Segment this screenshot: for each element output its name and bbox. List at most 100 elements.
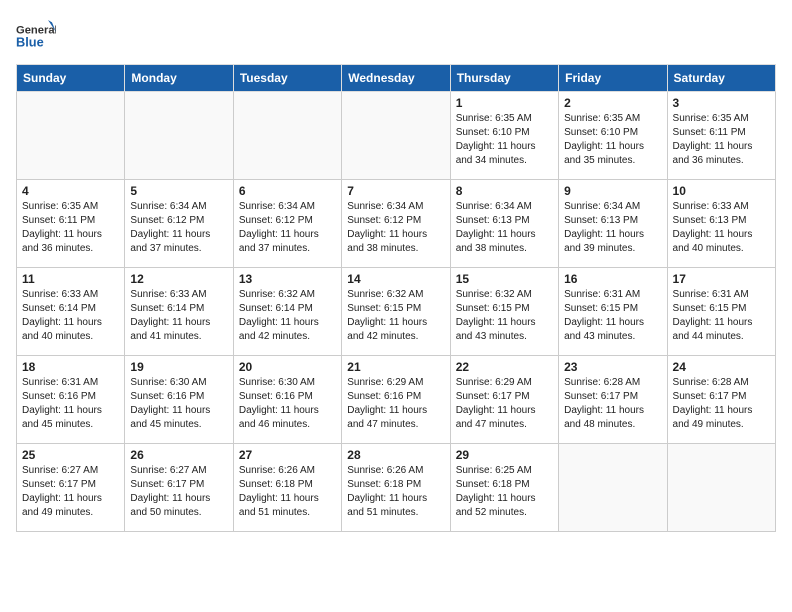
day-number: 8 [456, 184, 553, 198]
day-number: 6 [239, 184, 336, 198]
calendar-week-row: 1 Sunrise: 6:35 AM Sunset: 6:10 PM Daylig… [17, 92, 776, 180]
weekday-header: Saturday [667, 65, 775, 92]
calendar-day-cell: 22 Sunrise: 6:29 AM Sunset: 6:17 PM Dayli… [450, 356, 558, 444]
day-number: 23 [564, 360, 661, 374]
calendar-day-cell: 16Sunrise: 6:31 AM Sunset: 6:15 PM Dayli… [559, 268, 667, 356]
calendar-day-cell: 15 Sunrise: 6:32 AM Sunset: 6:15 PM Dayli… [450, 268, 558, 356]
weekday-header: Friday [559, 65, 667, 92]
day-info: Sunrise: 6:34 AM Sunset: 6:13 PM Dayligh… [564, 200, 661, 256]
day-info: Sunrise: 6:34 AM Sunset: 6:12 PM Dayligh… [130, 200, 227, 256]
calendar-day-cell: 25 Sunrise: 6:27 AM Sunset: 6:17 PM Dayli… [17, 444, 125, 532]
day-info: Sunrise: 6:35 AM Sunset: 6:11 PM Dayligh… [22, 200, 119, 256]
day-info: Sunrise: 6:31 AM Sunset: 6:16 PM Dayligh… [22, 376, 119, 432]
calendar-week-row: 4 Sunrise: 6:35 AM Sunset: 6:11 PM Daylig… [17, 180, 776, 268]
calendar-day-cell: 19 Sunrise: 6:30 AM Sunset: 6:16 PM Dayli… [125, 356, 233, 444]
calendar-day-cell: 7 Sunrise: 6:34 AM Sunset: 6:12 PM Daylig… [342, 180, 450, 268]
calendar-day-cell [559, 444, 667, 532]
day-info: Sunrise: 6:35 AM Sunset: 6:10 PM Dayligh… [456, 112, 553, 168]
header: General Blue [16, 16, 776, 56]
day-number: 24 [673, 360, 770, 374]
day-number: 16 [564, 272, 661, 286]
day-info: Sunrise: 6:28 AM Sunset: 6:17 PM Dayligh… [564, 376, 661, 432]
calendar-day-cell: 26 Sunrise: 6:27 AM Sunset: 6:17 PM Dayli… [125, 444, 233, 532]
logo: General Blue [16, 16, 60, 56]
day-info: Sunrise: 6:29 AM Sunset: 6:16 PM Dayligh… [347, 376, 444, 432]
day-number: 18 [22, 360, 119, 374]
day-number: 22 [456, 360, 553, 374]
calendar-day-cell: 29 Sunrise: 6:25 AM Sunset: 6:18 PM Dayli… [450, 444, 558, 532]
day-number: 25 [22, 448, 119, 462]
day-number: 20 [239, 360, 336, 374]
day-number: 13 [239, 272, 336, 286]
day-number: 15 [456, 272, 553, 286]
calendar-day-cell: 24 Sunrise: 6:28 AM Sunset: 6:17 PM Dayli… [667, 356, 775, 444]
day-info: Sunrise: 6:34 AM Sunset: 6:12 PM Dayligh… [239, 200, 336, 256]
day-number: 12 [130, 272, 227, 286]
calendar-day-cell: 23 Sunrise: 6:28 AM Sunset: 6:17 PM Dayli… [559, 356, 667, 444]
svg-text:Blue: Blue [16, 34, 44, 49]
day-info: Sunrise: 6:33 AM Sunset: 6:14 PM Dayligh… [130, 288, 227, 344]
day-number: 26 [130, 448, 227, 462]
day-info: Sunrise: 6:32 AM Sunset: 6:14 PM Dayligh… [239, 288, 336, 344]
calendar-week-row: 18 Sunrise: 6:31 AM Sunset: 6:16 PM Dayli… [17, 356, 776, 444]
calendar-day-cell: 20 Sunrise: 6:30 AM Sunset: 6:16 PM Dayli… [233, 356, 341, 444]
weekday-header: Sunday [17, 65, 125, 92]
day-info: Sunrise: 6:28 AM Sunset: 6:17 PM Dayligh… [673, 376, 770, 432]
day-info: Sunrise: 6:27 AM Sunset: 6:17 PM Dayligh… [130, 464, 227, 520]
calendar-day-cell: 21 Sunrise: 6:29 AM Sunset: 6:16 PM Dayli… [342, 356, 450, 444]
calendar-day-cell: 10 Sunrise: 6:33 AM Sunset: 6:13 PM Dayli… [667, 180, 775, 268]
day-number: 1 [456, 96, 553, 110]
calendar-day-cell: 13 Sunrise: 6:32 AM Sunset: 6:14 PM Dayli… [233, 268, 341, 356]
day-info: Sunrise: 6:25 AM Sunset: 6:18 PM Dayligh… [456, 464, 553, 520]
day-info: Sunrise: 6:34 AM Sunset: 6:12 PM Dayligh… [347, 200, 444, 256]
logo-svg: General Blue [16, 16, 56, 56]
day-number: 21 [347, 360, 444, 374]
day-info: Sunrise: 6:33 AM Sunset: 6:14 PM Dayligh… [22, 288, 119, 344]
day-number: 28 [347, 448, 444, 462]
day-number: 27 [239, 448, 336, 462]
calendar-day-cell: 6 Sunrise: 6:34 AM Sunset: 6:12 PM Daylig… [233, 180, 341, 268]
calendar-day-cell: 17Sunrise: 6:31 AM Sunset: 6:15 PM Dayli… [667, 268, 775, 356]
day-info: Sunrise: 6:30 AM Sunset: 6:16 PM Dayligh… [130, 376, 227, 432]
day-info: Sunrise: 6:26 AM Sunset: 6:18 PM Dayligh… [347, 464, 444, 520]
day-info: Sunrise: 6:27 AM Sunset: 6:17 PM Dayligh… [22, 464, 119, 520]
weekday-header-row: SundayMondayTuesdayWednesdayThursdayFrid… [17, 65, 776, 92]
day-info: Sunrise: 6:29 AM Sunset: 6:17 PM Dayligh… [456, 376, 553, 432]
day-info: Sunrise: 6:34 AM Sunset: 6:13 PM Dayligh… [456, 200, 553, 256]
day-number: 7 [347, 184, 444, 198]
weekday-header: Wednesday [342, 65, 450, 92]
calendar-day-cell: 11 Sunrise: 6:33 AM Sunset: 6:14 PM Dayli… [17, 268, 125, 356]
day-number: 10 [673, 184, 770, 198]
day-info: Sunrise: 6:26 AM Sunset: 6:18 PM Dayligh… [239, 464, 336, 520]
calendar-day-cell [342, 92, 450, 180]
calendar-day-cell [667, 444, 775, 532]
calendar-day-cell: 4 Sunrise: 6:35 AM Sunset: 6:11 PM Daylig… [17, 180, 125, 268]
day-number: 17 [673, 272, 770, 286]
calendar-day-cell: 8 Sunrise: 6:34 AM Sunset: 6:13 PM Daylig… [450, 180, 558, 268]
day-info: Sunrise: 6:35 AM Sunset: 6:10 PM Dayligh… [564, 112, 661, 168]
calendar-day-cell: 27 Sunrise: 6:26 AM Sunset: 6:18 PM Dayli… [233, 444, 341, 532]
day-number: 11 [22, 272, 119, 286]
calendar-day-cell: 2Sunrise: 6:35 AM Sunset: 6:10 PM Daylig… [559, 92, 667, 180]
day-number: 19 [130, 360, 227, 374]
calendar-day-cell: 9Sunrise: 6:34 AM Sunset: 6:13 PM Daylig… [559, 180, 667, 268]
calendar-day-cell [233, 92, 341, 180]
day-number: 29 [456, 448, 553, 462]
calendar-day-cell: 28 Sunrise: 6:26 AM Sunset: 6:18 PM Dayli… [342, 444, 450, 532]
day-number: 5 [130, 184, 227, 198]
weekday-header: Thursday [450, 65, 558, 92]
day-number: 4 [22, 184, 119, 198]
day-number: 3 [673, 96, 770, 110]
calendar-day-cell: 14Sunrise: 6:32 AM Sunset: 6:15 PM Dayli… [342, 268, 450, 356]
day-info: Sunrise: 6:32 AM Sunset: 6:15 PM Dayligh… [456, 288, 553, 344]
calendar-day-cell: 5 Sunrise: 6:34 AM Sunset: 6:12 PM Daylig… [125, 180, 233, 268]
day-info: Sunrise: 6:33 AM Sunset: 6:13 PM Dayligh… [673, 200, 770, 256]
calendar-day-cell: 12 Sunrise: 6:33 AM Sunset: 6:14 PM Dayli… [125, 268, 233, 356]
calendar-day-cell [17, 92, 125, 180]
calendar-table: SundayMondayTuesdayWednesdayThursdayFrid… [16, 64, 776, 532]
day-number: 14 [347, 272, 444, 286]
day-info: Sunrise: 6:30 AM Sunset: 6:16 PM Dayligh… [239, 376, 336, 432]
calendar-week-row: 11 Sunrise: 6:33 AM Sunset: 6:14 PM Dayli… [17, 268, 776, 356]
day-info: Sunrise: 6:35 AM Sunset: 6:11 PM Dayligh… [673, 112, 770, 168]
weekday-header: Monday [125, 65, 233, 92]
